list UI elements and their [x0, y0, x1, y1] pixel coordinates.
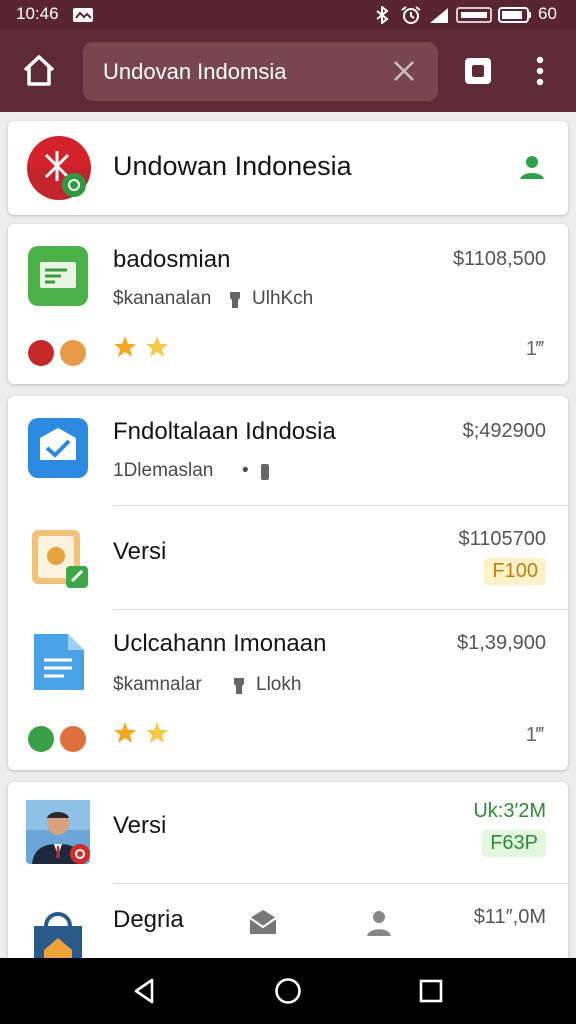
- page-title: Undowan Indonesia: [113, 151, 352, 181]
- review-count: 1‴: [525, 338, 544, 360]
- address-bar[interactable]: Undovan Indomsia: [83, 42, 438, 101]
- list-item[interactable]: Versi $1105700 F100: [8, 506, 568, 610]
- app-subtitle: $kananalan: [113, 288, 212, 309]
- url-text[interactable]: Undovan Indomsia: [103, 59, 286, 85]
- network-indicator-icon: [456, 7, 492, 23]
- app-price: $1105700: [458, 528, 547, 550]
- app-title: Versi: [113, 812, 167, 839]
- status-time: 10:46: [16, 4, 59, 23]
- app-group-card[interactable]: Fndoltalaan Idndosia 1Dlemaslan • $;4929…: [8, 396, 568, 770]
- system-navigation-bar: [0, 958, 576, 1024]
- bluetooth-icon: [376, 6, 389, 24]
- back-icon[interactable]: [130, 976, 160, 1006]
- alarm-icon: [401, 6, 421, 24]
- app-title: Degria: [113, 906, 184, 933]
- tag-icon: [234, 678, 244, 694]
- browser-toolbar: Undovan Indomsia: [0, 30, 576, 112]
- app-price: Uk:3′2M: [473, 800, 546, 822]
- app-icon-blue-mail: [28, 418, 88, 478]
- signal-icon: [430, 8, 448, 23]
- review-count: 1‴: [525, 724, 544, 746]
- battery-icon: [498, 7, 531, 23]
- app-developer: •: [242, 460, 249, 481]
- app-price: $11″,0M: [473, 906, 546, 928]
- app-title: Versi: [113, 538, 167, 565]
- app-icon-green-document: [28, 246, 88, 306]
- person-icon[interactable]: [364, 908, 394, 938]
- app-icon-blue-document: [34, 634, 84, 690]
- home-nav-icon[interactable]: [273, 976, 303, 1006]
- category-chip-icon: [28, 726, 54, 752]
- app-group-card[interactable]: Versi Uk:3′2M F63P Degria $11″,0M: [8, 782, 568, 982]
- header-card[interactable]: Undowan Indonesia: [8, 121, 568, 215]
- app-price: $1108,500: [452, 248, 546, 270]
- category-chip-icon: [60, 726, 86, 752]
- clear-icon[interactable]: [391, 58, 417, 84]
- app-subtitle: 1Dlemaslan: [113, 460, 214, 481]
- star-rating-icon: [114, 722, 168, 743]
- list-item[interactable]: Versi Uk:3′2M F63P: [8, 782, 568, 884]
- brand-logo-icon: [27, 136, 91, 200]
- battery-percent: 60: [538, 4, 557, 23]
- profile-photo-avatar: [26, 800, 90, 864]
- home-icon[interactable]: [20, 52, 58, 90]
- mail-icon[interactable]: [248, 908, 278, 936]
- price-badge: F63P: [482, 830, 546, 857]
- app-title: Fndoltalaan Idndosia: [113, 418, 336, 445]
- app-developer: UlhKch: [252, 288, 314, 309]
- price-badge: F100: [484, 558, 546, 585]
- app-title: badosmian: [113, 246, 231, 273]
- overflow-menu-icon[interactable]: [526, 54, 554, 88]
- list-item[interactable]: Fndoltalaan Idndosia 1Dlemaslan • $;4929…: [8, 396, 568, 506]
- category-chip-icon: [28, 340, 54, 366]
- tag-icon: [261, 464, 269, 480]
- recents-icon[interactable]: [416, 976, 446, 1006]
- list-item[interactable]: Uclcahann Imonaan $kamnalar Llokh $1,39,…: [8, 610, 568, 770]
- app-developer: Llokh: [256, 674, 302, 695]
- tab-switcher-icon[interactable]: [462, 55, 494, 87]
- app-title: Uclcahann Imonaan: [113, 630, 327, 657]
- tag-icon: [230, 292, 240, 308]
- app-subtitle: $kamnalar: [113, 674, 202, 695]
- status-bar: 10:46 60: [0, 0, 576, 30]
- notification-icon: [73, 8, 93, 22]
- category-chip-icon: [60, 340, 86, 366]
- person-icon[interactable]: [518, 153, 546, 181]
- app-card[interactable]: badosmian $kananalan UlhKch $1108,500 1‴: [8, 224, 568, 384]
- app-price: $;492900: [462, 420, 546, 442]
- star-rating-icon: [114, 336, 168, 357]
- app-icon-orange-box: [32, 530, 88, 588]
- app-price: $1,39,900: [457, 632, 546, 654]
